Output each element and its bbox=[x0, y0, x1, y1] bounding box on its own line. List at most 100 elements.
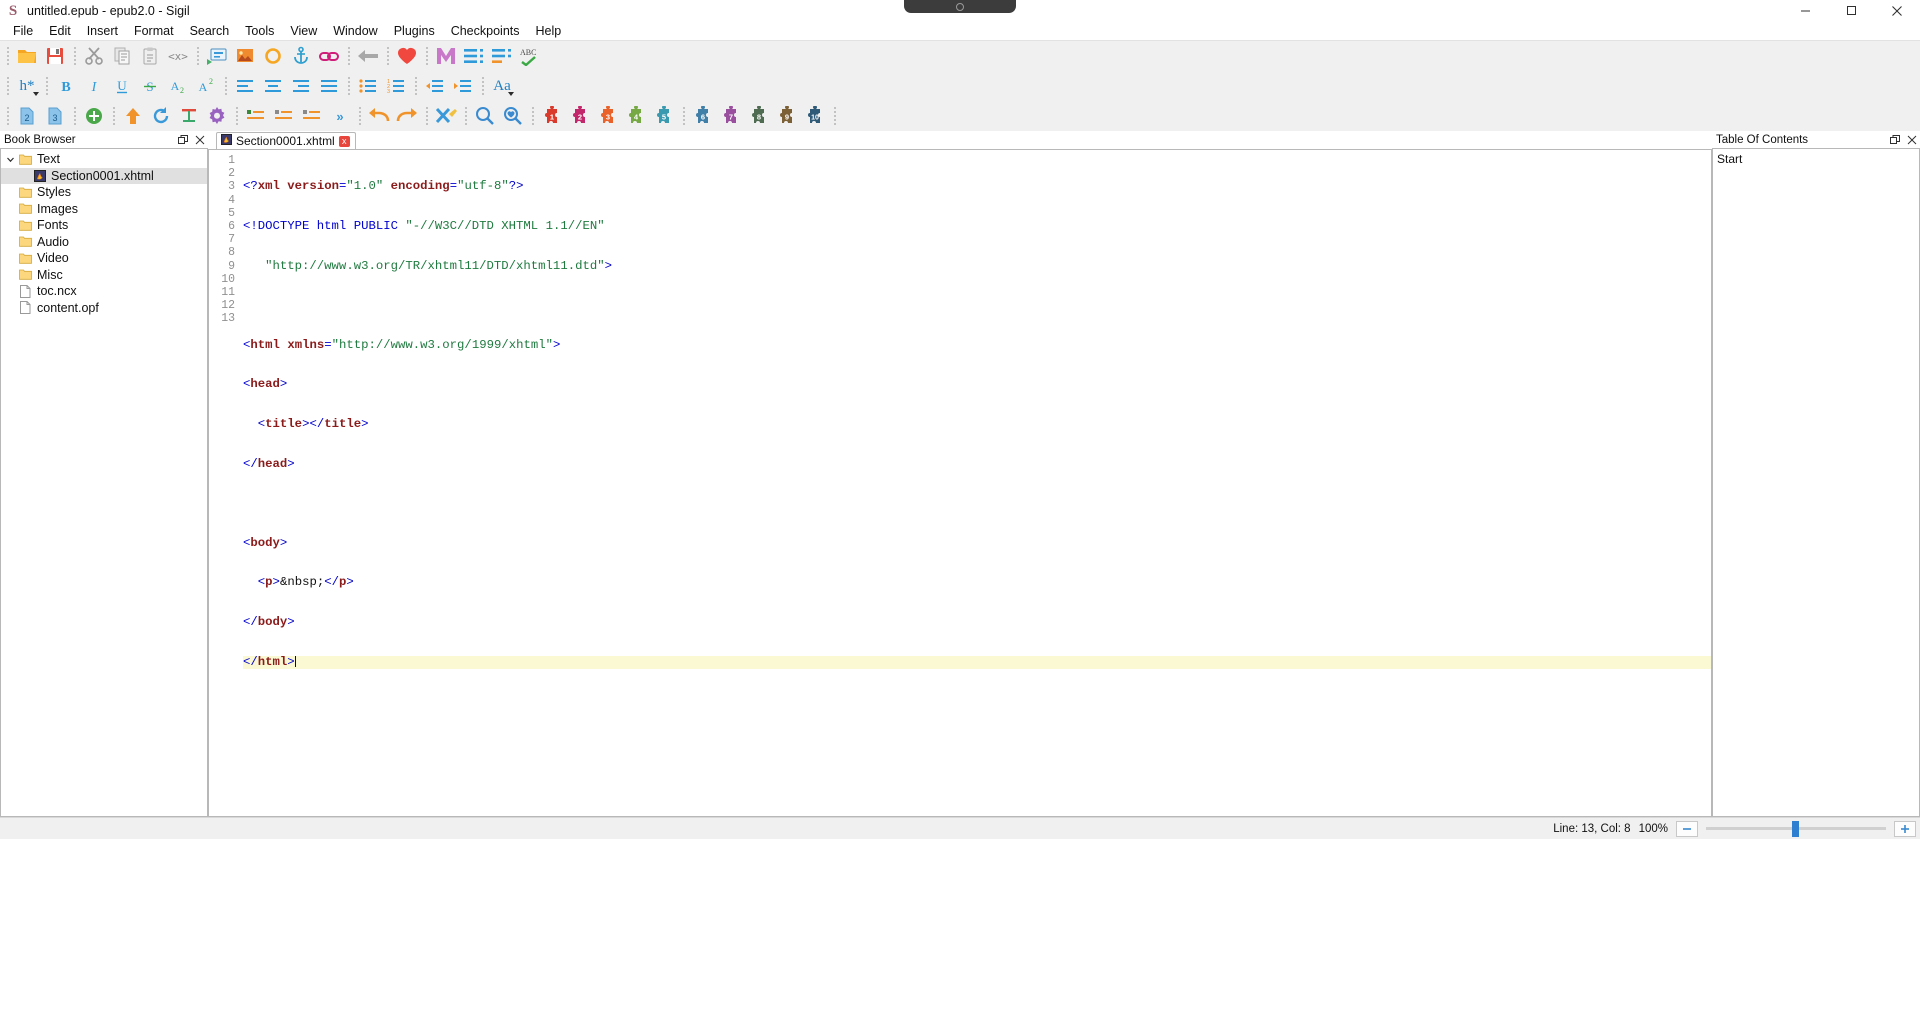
open-folder-icon[interactable] bbox=[13, 43, 41, 69]
plugin-9-icon[interactable]: 9 bbox=[773, 103, 801, 129]
menu-file[interactable]: File bbox=[5, 23, 41, 39]
zoom-slider[interactable] bbox=[1706, 820, 1886, 837]
chevron-down-icon[interactable] bbox=[3, 155, 17, 164]
tree-item-video[interactable]: Video bbox=[1, 250, 207, 267]
split-marker-icon[interactable]: 3 bbox=[41, 103, 69, 129]
tree-item-toc-ncx[interactable]: toc.ncx bbox=[1, 283, 207, 300]
toolbar-grip[interactable] bbox=[233, 106, 240, 126]
close-button[interactable] bbox=[1874, 0, 1920, 22]
decrease-indent-icon[interactable] bbox=[421, 73, 449, 99]
insert-image-icon[interactable] bbox=[231, 43, 259, 69]
toc-item-start[interactable]: Start bbox=[1717, 152, 1919, 166]
back-arrow-icon[interactable] bbox=[354, 43, 382, 69]
tree-item-audio[interactable]: Audio bbox=[1, 234, 207, 251]
code-content[interactable]: <?xml version="1.0" encoding="utf-8"?> <… bbox=[239, 150, 1711, 816]
toolbar-grip[interactable] bbox=[412, 76, 419, 96]
copy-icon[interactable] bbox=[108, 43, 136, 69]
anchor-id-icon[interactable] bbox=[287, 43, 315, 69]
increase-indent-icon[interactable] bbox=[449, 73, 477, 99]
superscript-icon[interactable]: A2 bbox=[192, 73, 220, 99]
toolbar-grip[interactable] bbox=[423, 46, 430, 66]
zoom-in-button[interactable] bbox=[1894, 820, 1916, 837]
menu-format[interactable]: Format bbox=[126, 23, 182, 39]
toc-list-container[interactable]: Start bbox=[1712, 148, 1920, 817]
spellcheck-abc-icon[interactable]: ABC bbox=[516, 43, 544, 69]
zoom-out-button[interactable] bbox=[1676, 820, 1698, 837]
heart-icon[interactable] bbox=[393, 43, 421, 69]
toolbar-grip[interactable] bbox=[4, 46, 11, 66]
menu-edit[interactable]: Edit bbox=[41, 23, 79, 39]
bold-icon[interactable]: B bbox=[52, 73, 80, 99]
numbered-list-icon[interactable]: 123 bbox=[382, 73, 410, 99]
close-panel-icon[interactable] bbox=[1903, 132, 1920, 147]
indent-right-icon[interactable] bbox=[298, 103, 326, 129]
tree-item-misc[interactable]: Misc bbox=[1, 267, 207, 284]
plugin-5-icon[interactable]: 5 bbox=[650, 103, 678, 129]
tab-section0001[interactable]: Section0001.xhtml x bbox=[216, 132, 356, 149]
toolbar-grip[interactable] bbox=[71, 106, 78, 126]
reload-preview-icon[interactable] bbox=[147, 103, 175, 129]
book-browser-tree-container[interactable]: Text Section0001.xhtml Styles Images Fon… bbox=[0, 148, 208, 817]
toolbar-grip[interactable] bbox=[345, 46, 352, 66]
toolbar-grip[interactable] bbox=[384, 46, 391, 66]
bullet-list-icon[interactable] bbox=[354, 73, 382, 99]
toolbar-grip[interactable] bbox=[680, 106, 687, 126]
save-icon[interactable] bbox=[41, 43, 69, 69]
toolbar-grip[interactable] bbox=[345, 76, 352, 96]
insert-line-icon[interactable] bbox=[175, 103, 203, 129]
tree-item-images[interactable]: Images bbox=[1, 201, 207, 218]
subscript-icon[interactable]: A2 bbox=[164, 73, 192, 99]
plugin-2-icon[interactable]: 2 bbox=[566, 103, 594, 129]
plugin-1-icon[interactable]: 1 bbox=[538, 103, 566, 129]
preferences-gear-icon[interactable] bbox=[203, 103, 231, 129]
insert-link-icon[interactable] bbox=[315, 43, 343, 69]
align-justify-icon[interactable] bbox=[315, 73, 343, 99]
add-icon[interactable] bbox=[270, 103, 298, 129]
underline-icon[interactable]: U bbox=[108, 73, 136, 99]
tree-item-fonts[interactable]: Fonts bbox=[1, 217, 207, 234]
menu-view[interactable]: View bbox=[282, 23, 325, 39]
float-panel-icon[interactable] bbox=[1886, 132, 1903, 147]
align-right-icon[interactable] bbox=[287, 73, 315, 99]
insert-file-icon[interactable] bbox=[203, 43, 231, 69]
special-character-icon[interactable] bbox=[259, 43, 287, 69]
italic-icon[interactable]: I bbox=[80, 73, 108, 99]
text-case-icon[interactable]: Aa bbox=[488, 73, 516, 99]
cut-scissors-icon[interactable] bbox=[80, 43, 108, 69]
menu-help[interactable]: Help bbox=[528, 23, 570, 39]
indent-left-icon[interactable] bbox=[242, 103, 270, 129]
tree-item-section0001[interactable]: Section0001.xhtml bbox=[1, 167, 207, 184]
zoom-slider-thumb[interactable] bbox=[1792, 820, 1800, 837]
move-up-icon[interactable] bbox=[119, 103, 147, 129]
toolbar-grip[interactable] bbox=[831, 106, 838, 126]
toolbar-grip[interactable] bbox=[4, 106, 11, 126]
redo-icon[interactable] bbox=[393, 103, 421, 129]
toolbar-grip[interactable] bbox=[71, 46, 78, 66]
chevrons-right-icon[interactable]: » bbox=[326, 103, 354, 129]
close-panel-icon[interactable] bbox=[191, 132, 208, 147]
tree-item-content-opf[interactable]: content.opf bbox=[1, 300, 207, 317]
mend-code-icon[interactable] bbox=[432, 103, 460, 129]
generate-toc-icon[interactable] bbox=[460, 43, 488, 69]
tree-item-styles[interactable]: Styles bbox=[1, 184, 207, 201]
undo-icon[interactable] bbox=[365, 103, 393, 129]
code-brackets-icon[interactable]: <x> bbox=[164, 43, 192, 69]
find-replace-icon[interactable] bbox=[471, 103, 499, 129]
menu-window[interactable]: Window bbox=[325, 23, 385, 39]
toolbar-grip[interactable] bbox=[43, 76, 50, 96]
toolbar-grip[interactable] bbox=[222, 76, 229, 96]
heading-style-icon[interactable]: h* bbox=[13, 73, 41, 99]
menu-tools[interactable]: Tools bbox=[237, 23, 282, 39]
plugin-10-icon[interactable]: 10 bbox=[801, 103, 829, 129]
toolbar-grip[interactable] bbox=[423, 106, 430, 126]
menu-insert[interactable]: Insert bbox=[79, 23, 126, 39]
chevron-down-icon[interactable] bbox=[508, 92, 514, 96]
paste-clipboard-icon[interactable] bbox=[136, 43, 164, 69]
plugin-8-icon[interactable]: 8 bbox=[745, 103, 773, 129]
menu-search[interactable]: Search bbox=[182, 23, 238, 39]
menu-checkpoints[interactable]: Checkpoints bbox=[443, 23, 528, 39]
toolbar-grip[interactable] bbox=[356, 106, 363, 126]
plugin-6-icon[interactable]: 6 bbox=[689, 103, 717, 129]
maximize-button[interactable] bbox=[1828, 0, 1874, 22]
close-tab-icon[interactable]: x bbox=[338, 135, 350, 147]
